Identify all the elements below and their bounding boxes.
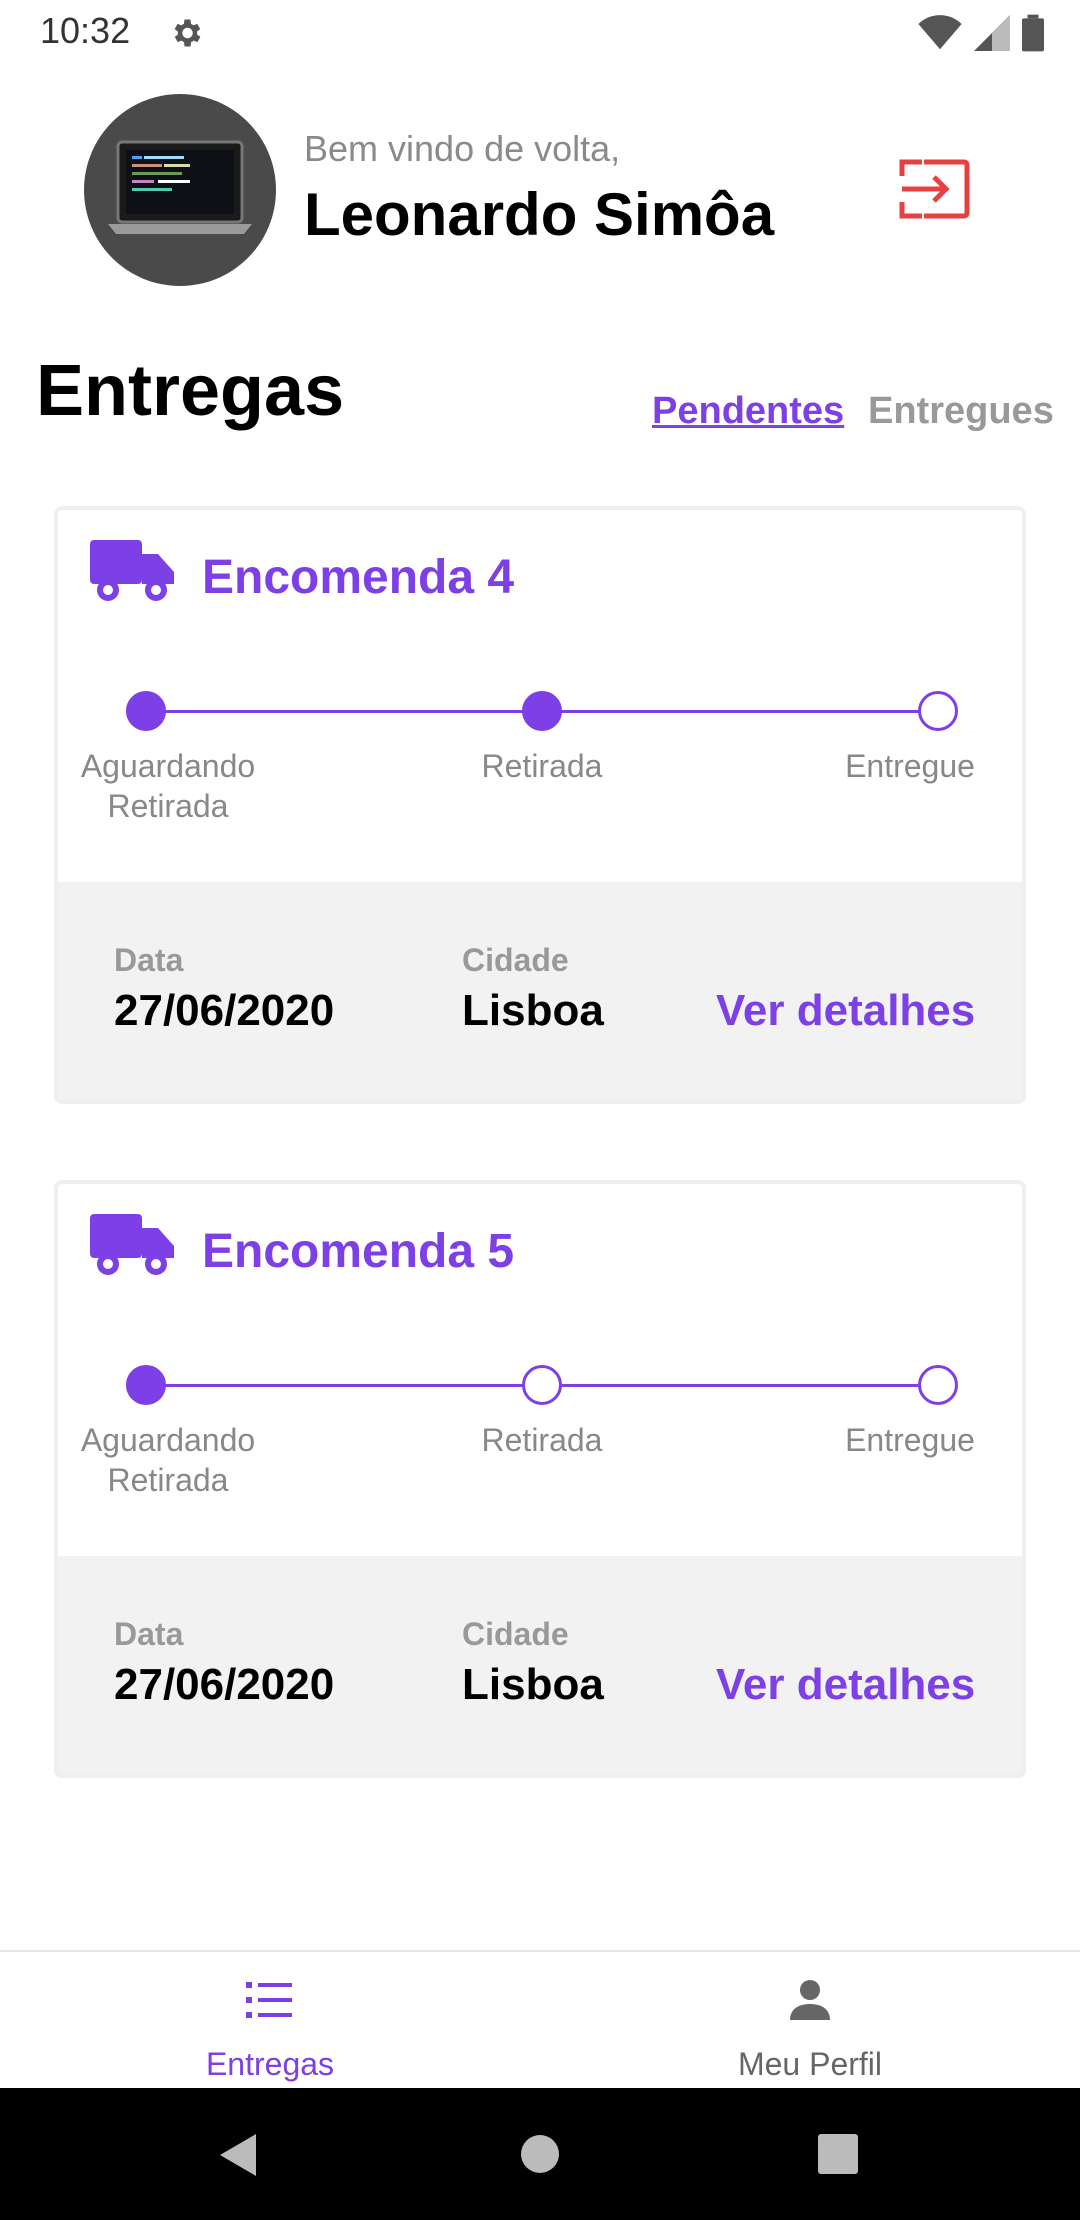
back-icon[interactable] — [218, 2132, 258, 2183]
status-time: 10:32 — [40, 10, 131, 51]
nav-label: Entregas — [205, 2046, 335, 2082]
step-label: Entregue — [845, 748, 975, 784]
nav-entregas[interactable]: Entregas — [0, 1952, 540, 2090]
city-value: Lisboa — [462, 986, 604, 1035]
step-dot-3 — [918, 691, 958, 731]
tab-entregues[interactable]: Entregues — [868, 390, 1054, 433]
signal-icon — [974, 15, 1010, 56]
status-bar: 10:32 — [0, 0, 1080, 66]
card-footer: Data 27/06/2020 Cidade Lisboa Ver detalh… — [58, 882, 1022, 1100]
wifi-icon — [918, 15, 962, 56]
step-label: Entregue — [845, 1422, 975, 1458]
card-footer: Data 27/06/2020 Cidade Lisboa Ver detalh… — [58, 1556, 1022, 1774]
step-dot-2 — [522, 1365, 562, 1405]
step-label: Retirada — [481, 748, 603, 784]
date-value: 27/06/2020 — [114, 1660, 335, 1709]
user-name: Leonardo Simôa — [304, 181, 775, 248]
truck-icon — [90, 540, 176, 611]
details-link[interactable]: Ver detalhes — [716, 986, 975, 1036]
date-label: Data — [114, 1616, 184, 1652]
system-navigation-bar — [0, 2088, 1080, 2220]
avatar — [84, 94, 276, 286]
city-label: Cidade — [462, 942, 569, 978]
city-label: Cidade — [462, 1616, 569, 1652]
battery-icon — [1022, 14, 1044, 57]
logout-icon — [899, 159, 970, 219]
list-icon — [246, 1978, 294, 2027]
nav-meu-perfil[interactable]: Meu Perfil — [540, 1952, 1080, 2090]
city-value: Lisboa — [462, 1660, 604, 1709]
delivery-title: Encomenda 5 — [202, 1225, 515, 1278]
delivery-title: Encomenda 4 — [202, 551, 515, 604]
step-dot-3 — [918, 1365, 958, 1405]
recents-icon[interactable] — [818, 2134, 858, 2179]
delivery-card: Encomenda 5 Aguardando Retirada Retirada… — [54, 1180, 1026, 1778]
step-dot-1 — [126, 1365, 166, 1405]
welcome-text: Bem vindo de volta, — [304, 128, 621, 169]
step-label: Retirada — [481, 1422, 603, 1458]
tab-pendentes[interactable]: Pendentes — [652, 390, 844, 433]
delivery-card: Encomenda 4 Aguardando Retirada Retirada… — [54, 506, 1026, 1104]
details-link[interactable]: Ver detalhes — [716, 1660, 975, 1710]
nav-label: Meu Perfil — [737, 2046, 883, 2082]
date-value: 27/06/2020 — [114, 986, 335, 1035]
bottom-navigation: Entregas Meu Perfil — [0, 1950, 1080, 2090]
step-dot-1 — [126, 691, 166, 731]
date-label: Data — [114, 942, 184, 978]
gear-icon — [168, 15, 204, 56]
truck-icon — [90, 1214, 176, 1285]
step-label: Aguardando Retirada — [80, 1422, 256, 1498]
home-icon[interactable] — [520, 2134, 560, 2179]
step-label: Aguardando Retirada — [80, 748, 256, 824]
person-icon — [786, 1978, 834, 2027]
page-title: Entregas — [36, 351, 345, 431]
step-dot-2 — [522, 691, 562, 731]
logout-button[interactable] — [898, 158, 970, 220]
